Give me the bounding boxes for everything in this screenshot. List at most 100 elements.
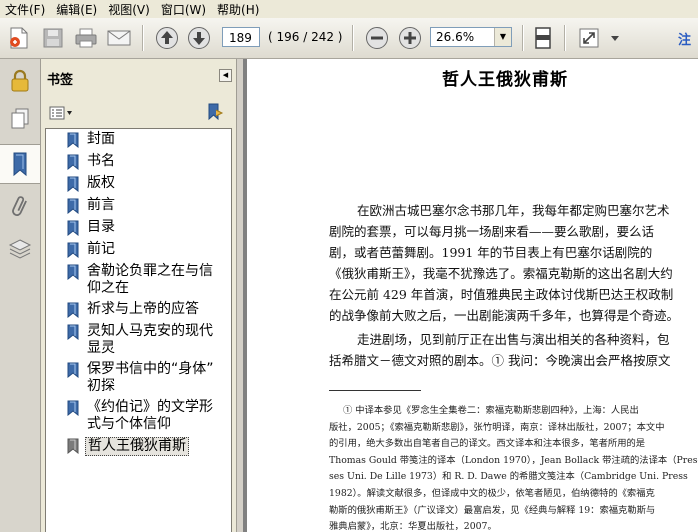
expand-bookmark-icon[interactable] bbox=[206, 103, 226, 121]
footnote: ① 中译本参见《罗念生全集卷二：索福克勒斯悲剧四种》，上海：人民出 版社，200… bbox=[329, 403, 698, 532]
toolbar-separator bbox=[522, 25, 524, 51]
bookmark-label: 目录 bbox=[87, 219, 115, 235]
bookmark-item[interactable]: 书名 bbox=[67, 153, 231, 170]
pages-icon[interactable] bbox=[6, 105, 34, 133]
bookmark-icon bbox=[67, 154, 79, 170]
collapse-panel-icon[interactable]: ◀ bbox=[219, 69, 232, 82]
footnote-line: ① 中译本参见《罗念生全集卷二：索福克勒斯悲剧四种》，上海：人民出 bbox=[343, 405, 639, 416]
layers-icon[interactable] bbox=[6, 235, 34, 263]
footnote-line: 版社，2005；《索福克勒斯悲剧》，张竹明译，南京：译林出版社，2007；本文中 bbox=[329, 421, 665, 433]
bookmarks-icon[interactable] bbox=[0, 144, 40, 184]
bookmark-item[interactable]: 《约伯记》的文学形 式与个体信仰 bbox=[67, 399, 231, 433]
bookmark-item[interactable]: 保罗书信中的“身体” 初探 bbox=[67, 361, 231, 395]
bookmark-icon bbox=[67, 264, 79, 280]
bookmark-icon bbox=[67, 132, 79, 148]
footnote-line: 雅典启蒙》，北京：华夏出版社，2007。 bbox=[329, 521, 497, 532]
page-count: ( 196 / 242 ) bbox=[268, 30, 343, 44]
body-line: 括希腊文－德文对照的剧本。① 我问：今晚演出会严格按原文 bbox=[329, 353, 671, 368]
body-line: 在欧洲古城巴塞尔念书那几年，我每年都定购巴塞尔艺术 bbox=[357, 203, 670, 218]
print-icon[interactable] bbox=[73, 25, 99, 51]
toolbar-separator bbox=[142, 25, 144, 51]
next-page-icon[interactable] bbox=[186, 25, 212, 51]
toolbar-separator bbox=[352, 25, 354, 51]
toolbar-separator bbox=[564, 25, 566, 51]
bookmark-icon bbox=[67, 220, 79, 236]
footnote-line: ses Uni. De Lille 1973）和 R. D. Dawe 的希腊文… bbox=[329, 471, 688, 483]
bookmark-item[interactable]: 舍勒论负罪之在与信 仰之在 bbox=[67, 263, 231, 297]
zoom-in-icon[interactable] bbox=[397, 25, 423, 51]
navigation-bar bbox=[0, 59, 41, 532]
zoom-select[interactable]: 26.6% ▼ bbox=[430, 27, 512, 47]
bookmark-item-selected[interactable]: 哲人王俄狄甫斯 bbox=[67, 437, 231, 456]
body-line: 剧，或者芭蕾舞剧。1991 年的节目表上有巴塞尔话剧院的 bbox=[329, 245, 653, 260]
options-menu-button[interactable] bbox=[49, 106, 73, 120]
attachments-icon[interactable] bbox=[6, 193, 34, 221]
bookmark-list: 封面 书名 版权 前言 目录 前记 舍勒论负罪之在与信 仰之在 祈求与上帝的应答 … bbox=[45, 128, 232, 532]
bookmark-label: 灵知人马克安的现代 bbox=[87, 323, 213, 339]
bookmark-label: 《约伯记》的文学形 bbox=[87, 399, 213, 415]
bookmark-label: 书名 bbox=[87, 153, 115, 169]
menu-edit[interactable]: 编辑(E) bbox=[51, 1, 103, 18]
zoom-value: 26.6% bbox=[436, 30, 475, 44]
bookmark-label: 前记 bbox=[87, 241, 115, 257]
bookmark-label: 式与个体信仰 bbox=[87, 416, 171, 432]
bookmark-item[interactable]: 封面 bbox=[67, 131, 231, 148]
footnote-line: 1982）。解读文献很多，但译成中文的极少，依笔者陋见，伯纳德特的《索福克 bbox=[329, 487, 655, 499]
body-line: 剧院的套票，可以每月挑一场剧来看——要么歌剧，要么话 bbox=[329, 224, 655, 239]
document-view[interactable]: 哲人王俄狄甫斯 在欧洲古城巴塞尔念书那几年，我每年都定购巴塞尔艺术 剧院的套票，… bbox=[243, 59, 698, 532]
page-number-input[interactable]: 189 bbox=[222, 27, 260, 47]
body-line: 在公元前 429 年首演，时值雅典民主政体讨伐斯巴达王权政制 bbox=[329, 287, 674, 302]
bookmark-item[interactable]: 目录 bbox=[67, 219, 231, 236]
zoom-out-icon[interactable] bbox=[364, 25, 390, 51]
document-title: 哲人王俄狄甫斯 bbox=[442, 70, 568, 90]
bookmark-icon bbox=[67, 302, 79, 318]
bookmark-item[interactable]: 版权 bbox=[67, 175, 231, 192]
bookmark-label: 保罗书信中的“身体” bbox=[87, 361, 214, 377]
toolbar-overflow-text[interactable]: 注 bbox=[678, 29, 691, 48]
lock-icon[interactable] bbox=[6, 67, 34, 95]
bookmark-item[interactable]: 灵知人马克安的现代 显灵 bbox=[67, 323, 231, 357]
body-line: 《俄狄甫斯王》，我毫不犹豫选了。索福克勒斯的这出名剧大约 bbox=[329, 266, 673, 281]
panel-header: 书签 ◀ bbox=[41, 59, 236, 95]
menu-view[interactable]: 视图(V) bbox=[103, 1, 156, 18]
bookmark-label: 初探 bbox=[87, 378, 115, 394]
bookmark-item[interactable]: 前记 bbox=[67, 241, 231, 258]
fit-page-icon[interactable] bbox=[530, 25, 556, 51]
document-page: 哲人王俄狄甫斯 在欧洲古城巴塞尔念书那几年，我每年都定购巴塞尔艺术 剧院的套票，… bbox=[247, 59, 698, 532]
bookmark-label: 封面 bbox=[87, 131, 115, 147]
previous-page-icon[interactable] bbox=[154, 25, 180, 51]
footnote-line: 的引用，绝大多数出自笔者自己的译文。西文译本和注本很多，笔者所用的是 bbox=[329, 438, 646, 450]
bookmark-icon bbox=[67, 198, 79, 214]
menu-file[interactable]: 文件(F) bbox=[0, 1, 51, 18]
bookmark-icon bbox=[67, 242, 79, 258]
bookmark-icon bbox=[67, 176, 79, 192]
footnote-line: 勒斯的俄狄甫斯王》（广议译文）最富启发，见《经典与解释 19：索福克勒斯与 bbox=[329, 504, 656, 516]
bookmark-label: 版权 bbox=[87, 175, 115, 191]
chevron-down-icon[interactable]: ▼ bbox=[494, 28, 511, 46]
email-icon[interactable] bbox=[106, 25, 132, 51]
bookmarks-panel: 书签 ◀ 封面 书名 版权 前言 目录 前记 舍勒论负罪之在与信 仰之在 祈求与上… bbox=[41, 59, 236, 532]
menu-bar: 文件(F) 编辑(E) 视图(V) 窗口(W) 帮助(H) bbox=[0, 0, 698, 19]
bookmark-item[interactable]: 前言 bbox=[67, 197, 231, 214]
bookmark-item[interactable]: 祈求与上帝的应答 bbox=[67, 301, 231, 318]
body-line: 的战争像前大败之后，一出剧能演两千多年，也算得是个奇迹。 bbox=[329, 308, 680, 323]
bookmark-label: 舍勒论负罪之在与信 bbox=[87, 263, 213, 279]
body-line: 走进剧场，见到前厅正在出售与演出相关的各种资料，包 bbox=[357, 332, 670, 347]
full-screen-icon[interactable] bbox=[576, 25, 602, 51]
toolbar: 189 ( 196 / 242 ) 26.6% ▼ 注 bbox=[0, 18, 698, 59]
bookmark-label: 显灵 bbox=[87, 340, 115, 356]
toolbar-more-icon[interactable] bbox=[608, 25, 622, 51]
footnote-rule bbox=[329, 390, 421, 391]
panel-title: 书签 bbox=[47, 73, 74, 88]
bookmark-label: 仰之在 bbox=[87, 280, 129, 296]
bookmark-icon bbox=[67, 400, 79, 416]
bookmark-icon bbox=[67, 362, 79, 378]
bookmark-label: 前言 bbox=[87, 197, 115, 213]
panel-toolbar bbox=[41, 99, 236, 125]
save-icon[interactable] bbox=[40, 25, 66, 51]
footnote-line: Thomas Gould 带笺注的译本（London 1970），Jean Bo… bbox=[329, 454, 698, 466]
menu-help[interactable]: 帮助(H) bbox=[212, 1, 265, 18]
menu-window[interactable]: 窗口(W) bbox=[156, 1, 212, 18]
create-pdf-icon[interactable] bbox=[6, 25, 32, 51]
bookmark-icon bbox=[67, 324, 79, 340]
